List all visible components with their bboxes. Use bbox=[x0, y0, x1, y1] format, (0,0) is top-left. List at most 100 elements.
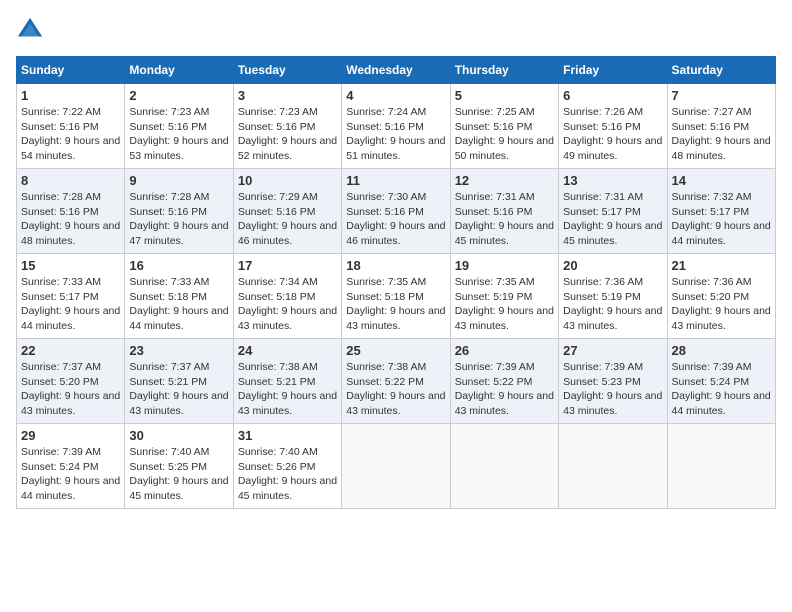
calendar-cell: 17 Sunrise: 7:34 AM Sunset: 5:18 PM Dayl… bbox=[233, 254, 341, 339]
day-detail: Sunrise: 7:38 AM Sunset: 5:21 PM Dayligh… bbox=[238, 360, 337, 419]
day-detail: Sunrise: 7:35 AM Sunset: 5:19 PM Dayligh… bbox=[455, 275, 554, 334]
calendar-week-row: 29 Sunrise: 7:39 AM Sunset: 5:24 PM Dayl… bbox=[17, 424, 776, 509]
day-detail: Sunrise: 7:36 AM Sunset: 5:20 PM Dayligh… bbox=[672, 275, 771, 334]
day-number: 2 bbox=[129, 88, 228, 103]
calendar-week-row: 22 Sunrise: 7:37 AM Sunset: 5:20 PM Dayl… bbox=[17, 339, 776, 424]
day-detail: Sunrise: 7:31 AM Sunset: 5:17 PM Dayligh… bbox=[563, 190, 662, 249]
day-detail: Sunrise: 7:24 AM Sunset: 5:16 PM Dayligh… bbox=[346, 105, 445, 164]
day-number: 18 bbox=[346, 258, 445, 273]
day-detail: Sunrise: 7:29 AM Sunset: 5:16 PM Dayligh… bbox=[238, 190, 337, 249]
weekday-header: Wednesday bbox=[342, 57, 450, 84]
day-number: 28 bbox=[672, 343, 771, 358]
calendar-cell: 10 Sunrise: 7:29 AM Sunset: 5:16 PM Dayl… bbox=[233, 169, 341, 254]
day-number: 25 bbox=[346, 343, 445, 358]
day-number: 16 bbox=[129, 258, 228, 273]
calendar-cell bbox=[342, 424, 450, 509]
day-number: 8 bbox=[21, 173, 120, 188]
calendar-cell: 30 Sunrise: 7:40 AM Sunset: 5:25 PM Dayl… bbox=[125, 424, 233, 509]
calendar-cell: 27 Sunrise: 7:39 AM Sunset: 5:23 PM Dayl… bbox=[559, 339, 667, 424]
day-number: 7 bbox=[672, 88, 771, 103]
day-detail: Sunrise: 7:39 AM Sunset: 5:24 PM Dayligh… bbox=[21, 445, 120, 504]
day-number: 21 bbox=[672, 258, 771, 273]
weekday-header: Monday bbox=[125, 57, 233, 84]
day-detail: Sunrise: 7:25 AM Sunset: 5:16 PM Dayligh… bbox=[455, 105, 554, 164]
logo bbox=[16, 16, 48, 44]
day-detail: Sunrise: 7:37 AM Sunset: 5:21 PM Dayligh… bbox=[129, 360, 228, 419]
calendar-cell: 1 Sunrise: 7:22 AM Sunset: 5:16 PM Dayli… bbox=[17, 84, 125, 169]
calendar-cell: 23 Sunrise: 7:37 AM Sunset: 5:21 PM Dayl… bbox=[125, 339, 233, 424]
day-number: 12 bbox=[455, 173, 554, 188]
calendar-cell: 22 Sunrise: 7:37 AM Sunset: 5:20 PM Dayl… bbox=[17, 339, 125, 424]
calendar-cell: 11 Sunrise: 7:30 AM Sunset: 5:16 PM Dayl… bbox=[342, 169, 450, 254]
day-number: 27 bbox=[563, 343, 662, 358]
day-number: 11 bbox=[346, 173, 445, 188]
day-detail: Sunrise: 7:39 AM Sunset: 5:23 PM Dayligh… bbox=[563, 360, 662, 419]
day-detail: Sunrise: 7:23 AM Sunset: 5:16 PM Dayligh… bbox=[129, 105, 228, 164]
calendar-cell: 2 Sunrise: 7:23 AM Sunset: 5:16 PM Dayli… bbox=[125, 84, 233, 169]
weekday-header: Sunday bbox=[17, 57, 125, 84]
day-number: 26 bbox=[455, 343, 554, 358]
day-detail: Sunrise: 7:33 AM Sunset: 5:17 PM Dayligh… bbox=[21, 275, 120, 334]
day-detail: Sunrise: 7:28 AM Sunset: 5:16 PM Dayligh… bbox=[129, 190, 228, 249]
day-number: 20 bbox=[563, 258, 662, 273]
calendar-table: SundayMondayTuesdayWednesdayThursdayFrid… bbox=[16, 56, 776, 509]
calendar-cell: 28 Sunrise: 7:39 AM Sunset: 5:24 PM Dayl… bbox=[667, 339, 775, 424]
day-detail: Sunrise: 7:27 AM Sunset: 5:16 PM Dayligh… bbox=[672, 105, 771, 164]
calendar-cell: 14 Sunrise: 7:32 AM Sunset: 5:17 PM Dayl… bbox=[667, 169, 775, 254]
logo-icon bbox=[16, 16, 44, 44]
calendar-cell: 15 Sunrise: 7:33 AM Sunset: 5:17 PM Dayl… bbox=[17, 254, 125, 339]
calendar-week-row: 15 Sunrise: 7:33 AM Sunset: 5:17 PM Dayl… bbox=[17, 254, 776, 339]
day-number: 29 bbox=[21, 428, 120, 443]
day-detail: Sunrise: 7:32 AM Sunset: 5:17 PM Dayligh… bbox=[672, 190, 771, 249]
day-number: 30 bbox=[129, 428, 228, 443]
calendar-cell: 24 Sunrise: 7:38 AM Sunset: 5:21 PM Dayl… bbox=[233, 339, 341, 424]
day-detail: Sunrise: 7:33 AM Sunset: 5:18 PM Dayligh… bbox=[129, 275, 228, 334]
calendar-cell: 25 Sunrise: 7:38 AM Sunset: 5:22 PM Dayl… bbox=[342, 339, 450, 424]
day-detail: Sunrise: 7:40 AM Sunset: 5:26 PM Dayligh… bbox=[238, 445, 337, 504]
calendar-cell: 20 Sunrise: 7:36 AM Sunset: 5:19 PM Dayl… bbox=[559, 254, 667, 339]
weekday-header: Thursday bbox=[450, 57, 558, 84]
day-number: 4 bbox=[346, 88, 445, 103]
day-detail: Sunrise: 7:31 AM Sunset: 5:16 PM Dayligh… bbox=[455, 190, 554, 249]
day-detail: Sunrise: 7:34 AM Sunset: 5:18 PM Dayligh… bbox=[238, 275, 337, 334]
calendar-cell: 12 Sunrise: 7:31 AM Sunset: 5:16 PM Dayl… bbox=[450, 169, 558, 254]
calendar-cell: 4 Sunrise: 7:24 AM Sunset: 5:16 PM Dayli… bbox=[342, 84, 450, 169]
day-number: 19 bbox=[455, 258, 554, 273]
calendar-week-row: 1 Sunrise: 7:22 AM Sunset: 5:16 PM Dayli… bbox=[17, 84, 776, 169]
day-number: 5 bbox=[455, 88, 554, 103]
day-number: 13 bbox=[563, 173, 662, 188]
day-number: 31 bbox=[238, 428, 337, 443]
calendar-cell: 29 Sunrise: 7:39 AM Sunset: 5:24 PM Dayl… bbox=[17, 424, 125, 509]
weekday-header: Saturday bbox=[667, 57, 775, 84]
day-detail: Sunrise: 7:40 AM Sunset: 5:25 PM Dayligh… bbox=[129, 445, 228, 504]
day-detail: Sunrise: 7:39 AM Sunset: 5:22 PM Dayligh… bbox=[455, 360, 554, 419]
calendar-cell: 21 Sunrise: 7:36 AM Sunset: 5:20 PM Dayl… bbox=[667, 254, 775, 339]
day-detail: Sunrise: 7:38 AM Sunset: 5:22 PM Dayligh… bbox=[346, 360, 445, 419]
day-detail: Sunrise: 7:26 AM Sunset: 5:16 PM Dayligh… bbox=[563, 105, 662, 164]
calendar-cell: 31 Sunrise: 7:40 AM Sunset: 5:26 PM Dayl… bbox=[233, 424, 341, 509]
calendar-cell: 13 Sunrise: 7:31 AM Sunset: 5:17 PM Dayl… bbox=[559, 169, 667, 254]
day-number: 24 bbox=[238, 343, 337, 358]
calendar-cell bbox=[559, 424, 667, 509]
day-number: 14 bbox=[672, 173, 771, 188]
calendar-header-row: SundayMondayTuesdayWednesdayThursdayFrid… bbox=[17, 57, 776, 84]
calendar-cell: 19 Sunrise: 7:35 AM Sunset: 5:19 PM Dayl… bbox=[450, 254, 558, 339]
day-number: 17 bbox=[238, 258, 337, 273]
day-number: 15 bbox=[21, 258, 120, 273]
calendar-cell bbox=[667, 424, 775, 509]
day-number: 9 bbox=[129, 173, 228, 188]
day-detail: Sunrise: 7:35 AM Sunset: 5:18 PM Dayligh… bbox=[346, 275, 445, 334]
calendar-cell: 7 Sunrise: 7:27 AM Sunset: 5:16 PM Dayli… bbox=[667, 84, 775, 169]
day-detail: Sunrise: 7:23 AM Sunset: 5:16 PM Dayligh… bbox=[238, 105, 337, 164]
page-header bbox=[16, 16, 776, 44]
day-number: 22 bbox=[21, 343, 120, 358]
day-number: 3 bbox=[238, 88, 337, 103]
calendar-week-row: 8 Sunrise: 7:28 AM Sunset: 5:16 PM Dayli… bbox=[17, 169, 776, 254]
day-number: 10 bbox=[238, 173, 337, 188]
day-number: 23 bbox=[129, 343, 228, 358]
weekday-header: Friday bbox=[559, 57, 667, 84]
day-number: 1 bbox=[21, 88, 120, 103]
weekday-header: Tuesday bbox=[233, 57, 341, 84]
day-detail: Sunrise: 7:30 AM Sunset: 5:16 PM Dayligh… bbox=[346, 190, 445, 249]
calendar-cell: 6 Sunrise: 7:26 AM Sunset: 5:16 PM Dayli… bbox=[559, 84, 667, 169]
